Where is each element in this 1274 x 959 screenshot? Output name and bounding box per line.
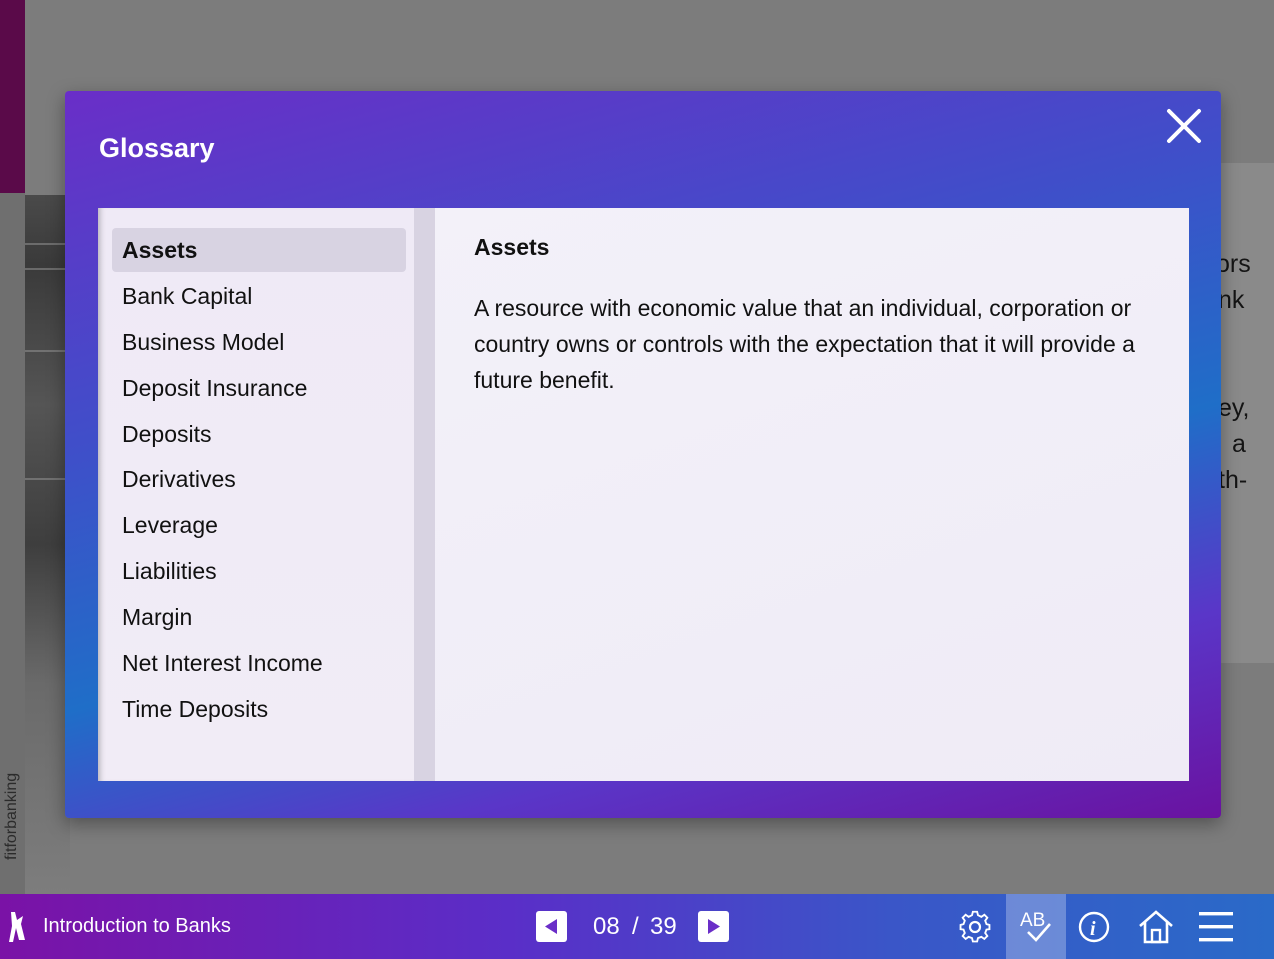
info-icon: i xyxy=(1078,911,1110,943)
home-icon xyxy=(1139,910,1173,944)
page-total: 39 xyxy=(650,913,677,940)
background-photo-detail xyxy=(25,350,70,352)
background-photo-detail xyxy=(25,478,70,480)
gear-icon xyxy=(959,910,991,943)
menu-button[interactable] xyxy=(1186,894,1246,959)
background-text-fragment: ors xyxy=(1216,250,1251,278)
term-item-business-model[interactable]: Business Model xyxy=(112,320,406,364)
background-text-fragment: a xyxy=(1232,430,1246,458)
term-list-scrollbar[interactable] xyxy=(414,208,435,781)
brand-logo-icon xyxy=(7,910,27,944)
term-item-assets[interactable]: Assets xyxy=(112,228,406,272)
settings-button[interactable] xyxy=(945,894,1005,959)
svg-text:i: i xyxy=(1090,918,1096,940)
background-text-fragment: nk xyxy=(1218,286,1245,314)
definition-panel: Assets A resource with economic value th… xyxy=(435,208,1189,781)
glossary-body: Assets Bank Capital Business Model Depos… xyxy=(98,208,1189,781)
term-list: Assets Bank Capital Business Model Depos… xyxy=(98,208,414,781)
glossary-ab-check-icon: AB xyxy=(1020,910,1051,942)
term-item-liabilities[interactable]: Liabilities xyxy=(112,549,406,593)
prev-arrow-icon xyxy=(545,919,557,934)
term-item-margin[interactable]: Margin xyxy=(112,595,406,639)
course-title: Introduction to Banks xyxy=(43,915,231,937)
page-separator: / xyxy=(632,913,639,940)
page-current: 08 xyxy=(593,913,620,940)
background-photo-detail xyxy=(25,243,70,245)
dialog-title: Glossary xyxy=(99,133,215,163)
term-item-time-deposits[interactable]: Time Deposits xyxy=(112,687,406,731)
background-text-fragment: ey, xyxy=(1218,394,1250,422)
background-text-fragment: th- xyxy=(1218,466,1248,494)
brand-vertical-label: fitforbanking xyxy=(3,772,20,860)
bottom-nav-bar: Introduction to Banks 08 / 39 AB i xyxy=(0,894,1274,959)
term-item-leverage[interactable]: Leverage xyxy=(112,503,406,547)
home-button[interactable] xyxy=(1126,894,1186,959)
term-item-deposit-insurance[interactable]: Deposit Insurance xyxy=(112,366,406,410)
previous-page-button[interactable] xyxy=(536,911,567,942)
next-page-button[interactable] xyxy=(698,911,729,942)
next-arrow-icon xyxy=(708,919,720,934)
glossary-dialog: Glossary Assets Bank Capital Business Mo… xyxy=(65,91,1221,818)
svg-text:AB: AB xyxy=(1020,910,1045,931)
close-button[interactable] xyxy=(1163,105,1205,147)
term-item-bank-capital[interactable]: Bank Capital xyxy=(112,274,406,318)
hamburger-menu-icon xyxy=(1199,912,1233,942)
left-accent-tab xyxy=(0,0,25,193)
term-item-net-interest-income[interactable]: Net Interest Income xyxy=(112,641,406,685)
info-button[interactable]: i xyxy=(1065,894,1125,959)
term-item-derivatives[interactable]: Derivatives xyxy=(112,457,406,501)
close-icon xyxy=(1167,109,1201,143)
background-photo xyxy=(25,195,70,894)
background-photo-detail xyxy=(25,268,70,270)
glossary-button[interactable]: AB xyxy=(1006,894,1066,959)
definition-title: Assets xyxy=(474,234,550,260)
definition-text: A resource with economic value that an i… xyxy=(474,295,1135,393)
term-item-deposits[interactable]: Deposits xyxy=(112,412,406,456)
